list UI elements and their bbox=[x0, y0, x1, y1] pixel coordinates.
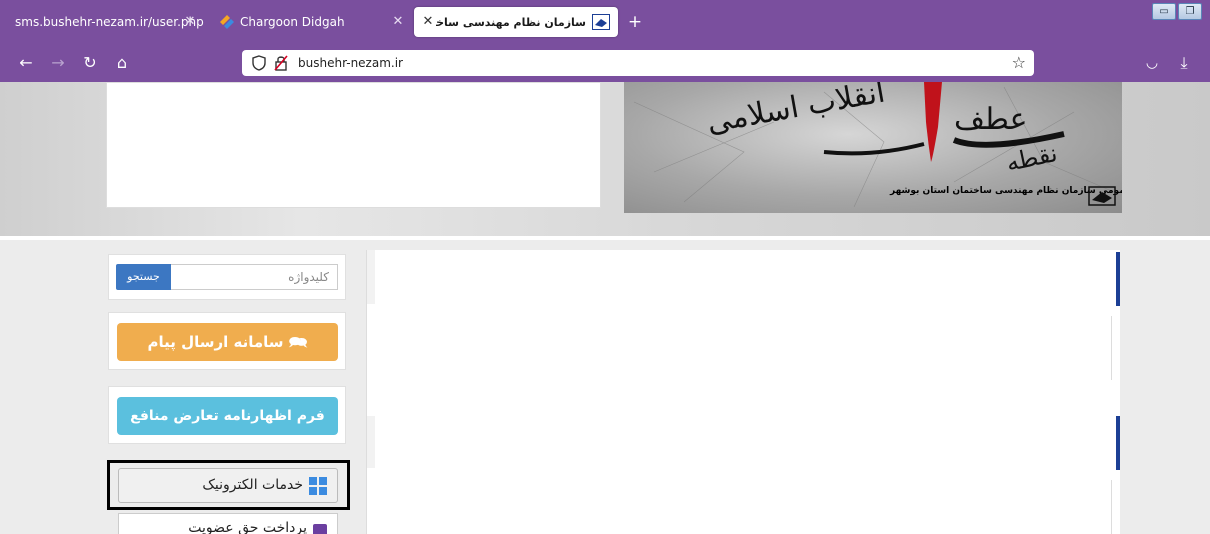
id-card-icon bbox=[313, 524, 327, 534]
pocket-icon[interactable]: ◡ bbox=[1142, 53, 1162, 73]
navigation-toolbar: ← → ↻ ⌂ bushehr-nezam.ir ☆ ◡ ⤓ bbox=[0, 44, 1210, 82]
header-divider bbox=[0, 236, 1210, 240]
red-drop-shape bbox=[924, 82, 942, 162]
close-icon[interactable]: ✕ bbox=[420, 14, 436, 30]
forward-arrow-icon[interactable]: → bbox=[48, 53, 68, 73]
grid-icon bbox=[309, 477, 327, 495]
sms-widget: 🗪 سامانه ارسال پیام bbox=[108, 312, 346, 370]
conflict-of-interest-form-button[interactable]: فرم اظهارنامه تعارض منافع bbox=[117, 397, 338, 435]
close-icon[interactable]: ✕ bbox=[390, 14, 406, 30]
address-bar[interactable]: bushehr-nezam.ir ☆ bbox=[242, 50, 1034, 76]
download-icon[interactable]: ⤓ bbox=[1174, 53, 1194, 73]
content-accent-bar bbox=[1116, 416, 1120, 470]
restore-button[interactable]: ❐ bbox=[1178, 3, 1202, 20]
main-content-area bbox=[366, 250, 1120, 534]
chat-icon: 🗪 bbox=[288, 333, 308, 351]
bookmark-star-icon[interactable]: ☆ bbox=[1012, 53, 1026, 72]
search-button[interactable]: جستجو bbox=[116, 264, 171, 290]
sms-button-label: سامانه ارسال پیام bbox=[147, 333, 284, 351]
reload-icon[interactable]: ↻ bbox=[80, 53, 100, 73]
nezam-logo-icon bbox=[1088, 186, 1116, 206]
content-shade bbox=[367, 250, 375, 304]
content-shade bbox=[367, 416, 375, 468]
tab-title: سازمان نظام مهندسی ساختمان است bbox=[436, 15, 586, 29]
web-page: انقلاب اسلامی عطف نقطه روابط عمومی سازما… bbox=[0, 82, 1210, 534]
search-widget: کلیدواژه جستجو bbox=[108, 254, 346, 300]
back-arrow-icon[interactable]: ← bbox=[16, 53, 36, 73]
content-accent-bar bbox=[1116, 252, 1120, 306]
chargoon-favicon-icon bbox=[220, 15, 234, 29]
window-controls: ▭ ❐ bbox=[1152, 3, 1202, 20]
lock-warning-icon[interactable] bbox=[274, 55, 288, 71]
header-white-panel bbox=[106, 82, 601, 208]
banner-image: انقلاب اسلامی عطف نقطه روابط عمومی سازما… bbox=[624, 82, 1122, 213]
electronic-services-label: خدمات الکترونیک bbox=[202, 477, 303, 493]
url-text: bushehr-nezam.ir bbox=[298, 56, 403, 70]
membership-payment-label: پرداخت حق عضویت bbox=[188, 520, 307, 534]
tab-nezam-active[interactable]: ✕ سازمان نظام مهندسی ساختمان است bbox=[414, 7, 618, 37]
electronic-services-menu-item[interactable]: خدمات الکترونیک bbox=[118, 468, 338, 503]
home-icon[interactable]: ⌂ bbox=[112, 53, 132, 73]
content-divider bbox=[1111, 480, 1112, 534]
banner-headline-main: عطف bbox=[954, 102, 1028, 137]
close-icon[interactable]: ✕ bbox=[182, 14, 198, 30]
browser-tab-strip: sms.bushehr-nezam.ir/user.php ✕ Chargoon… bbox=[0, 0, 1210, 44]
search-input[interactable]: کلیدواژه bbox=[171, 264, 338, 290]
content-divider bbox=[1111, 316, 1112, 380]
declaration-form-widget: فرم اظهارنامه تعارض منافع bbox=[108, 386, 346, 444]
sms-system-button[interactable]: 🗪 سامانه ارسال پیام bbox=[117, 323, 338, 361]
tab-sms-user[interactable]: sms.bushehr-nezam.ir/user.php ✕ bbox=[6, 7, 206, 37]
shield-icon[interactable] bbox=[252, 55, 266, 71]
tab-title: sms.bushehr-nezam.ir/user.php bbox=[15, 15, 204, 29]
minimize-button[interactable]: ▭ bbox=[1152, 3, 1176, 20]
membership-payment-menu-item[interactable]: پرداخت حق عضویت bbox=[118, 513, 338, 534]
nezam-favicon-icon bbox=[592, 14, 610, 30]
tab-chargoon-didgah[interactable]: Chargoon Didgah ✕ bbox=[208, 7, 414, 37]
new-tab-button[interactable]: + bbox=[624, 11, 646, 33]
